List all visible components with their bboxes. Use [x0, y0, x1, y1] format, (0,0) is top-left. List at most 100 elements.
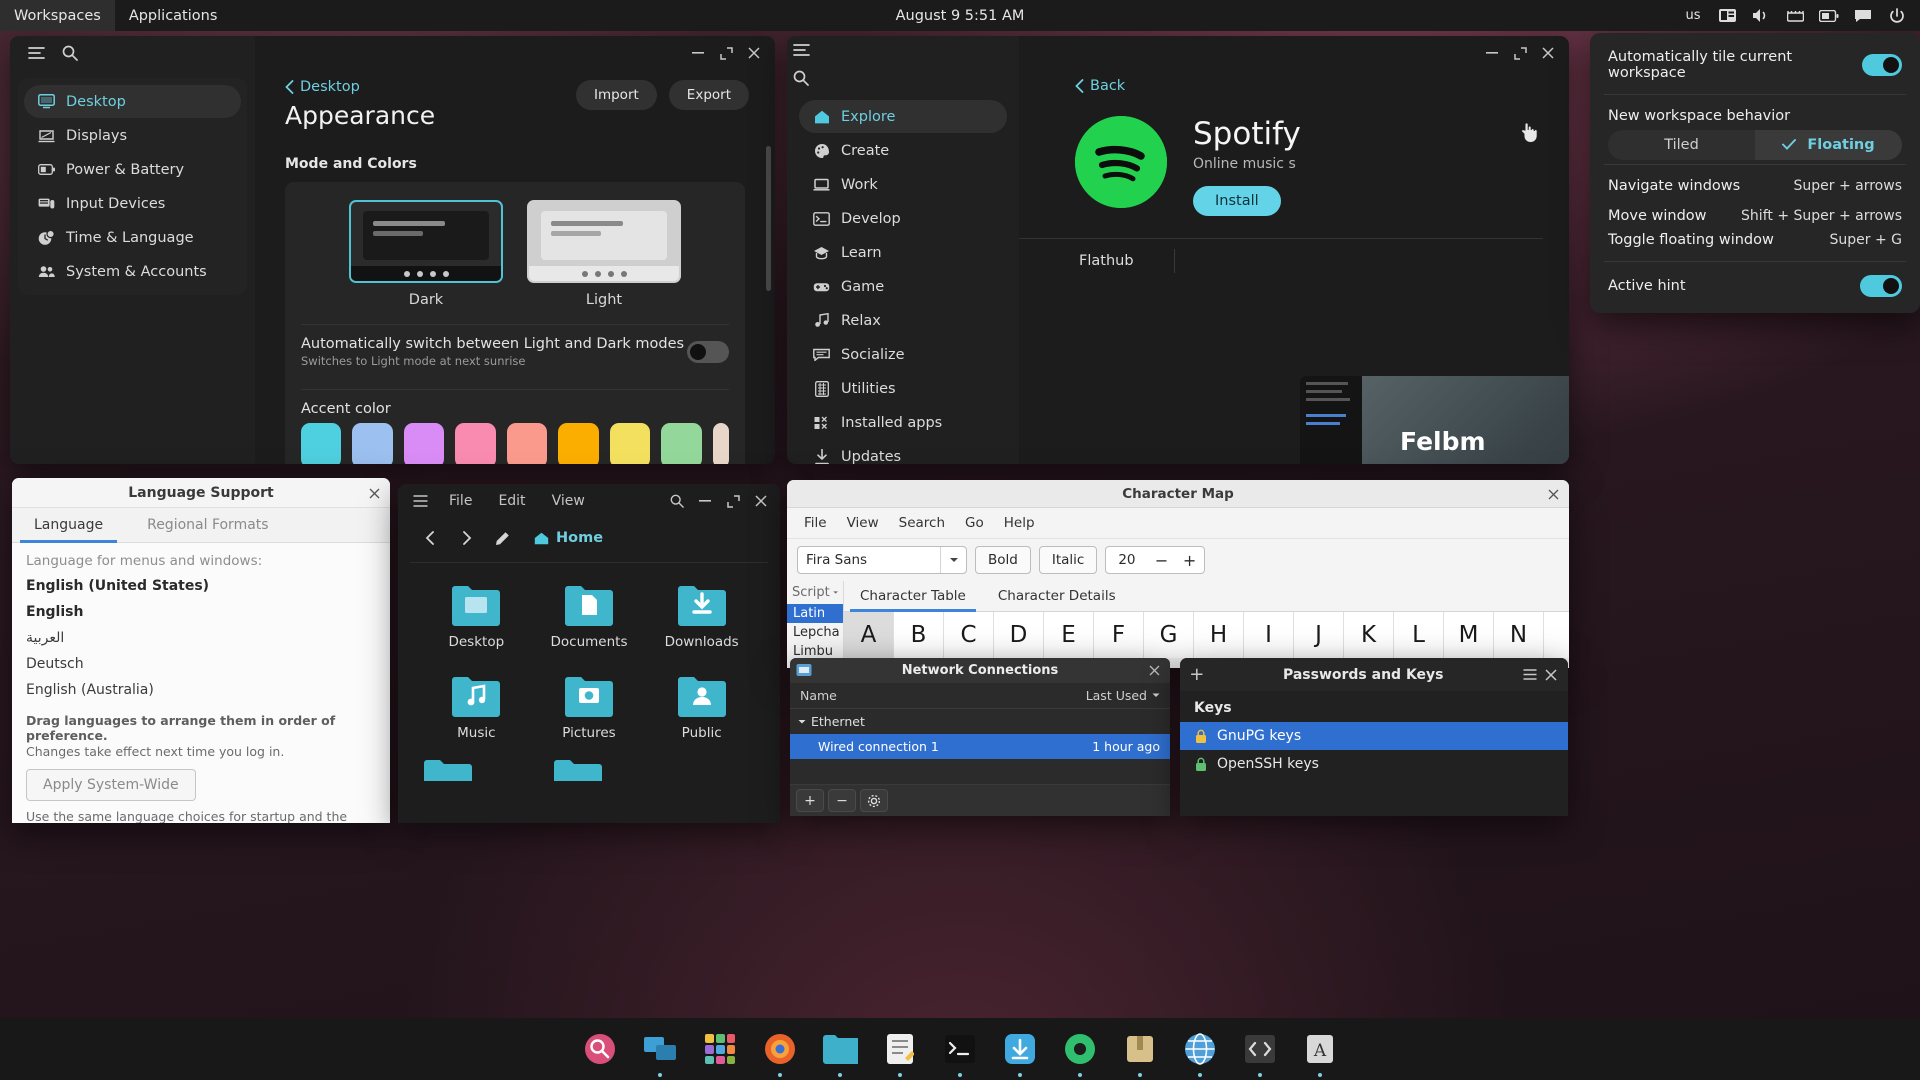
maximize-button[interactable] — [713, 40, 739, 66]
chevron-down-icon[interactable] — [940, 547, 966, 573]
list-item[interactable]: العربية — [12, 625, 390, 651]
sidebar-item-installed-apps[interactable]: Installed apps — [799, 406, 1007, 439]
back-button[interactable]: Back — [1075, 78, 1569, 94]
char-cell[interactable]: H — [1194, 612, 1244, 658]
sidebar-toggle-icon[interactable] — [787, 36, 815, 64]
script-item-latin[interactable]: Latin — [787, 604, 843, 623]
list-item[interactable]: Desktop — [422, 573, 531, 660]
settings-scrollbar[interactable] — [766, 146, 771, 291]
char-cell[interactable]: D — [994, 612, 1044, 658]
sidebar-item-socialize[interactable]: Socialize — [799, 338, 1007, 371]
accent-swatch[interactable] — [507, 423, 547, 464]
accent-swatch[interactable] — [404, 423, 444, 464]
char-cell[interactable]: J — [1294, 612, 1344, 658]
menu-file[interactable]: File — [795, 512, 836, 534]
gear-icon[interactable] — [860, 789, 888, 812]
list-item[interactable]: Public — [647, 664, 756, 751]
message-icon[interactable] — [1848, 0, 1878, 31]
dock-item-app-store[interactable] — [997, 1026, 1043, 1072]
dock-item-firefox[interactable] — [757, 1026, 803, 1072]
script-header[interactable]: Script — [787, 581, 843, 604]
network-icon[interactable] — [1780, 0, 1810, 31]
char-cell[interactable]: E — [1044, 612, 1094, 658]
tab-character-table[interactable]: Character Table — [844, 581, 982, 611]
accent-swatch[interactable] — [661, 423, 701, 464]
close-button[interactable] — [1540, 662, 1562, 688]
sidebar-item-input-devices[interactable]: Input Devices — [24, 187, 241, 220]
char-cell[interactable]: C — [944, 612, 994, 658]
sidebar-item-create[interactable]: Create — [799, 134, 1007, 167]
font-selector[interactable]: Fira Sans — [797, 546, 967, 574]
accent-swatch[interactable] — [455, 423, 495, 464]
increase-size-button[interactable]: + — [1176, 547, 1204, 573]
column-header-last-used[interactable]: Last Used — [1070, 683, 1170, 708]
dock-item-search-launcher[interactable] — [577, 1026, 623, 1072]
list-item-gnupg-keys[interactable]: GnuPG keys — [1180, 722, 1568, 750]
dock-item-app-grid[interactable] — [697, 1026, 743, 1072]
volume-icon[interactable] — [1746, 0, 1776, 31]
minimize-button[interactable] — [1479, 40, 1505, 66]
sidebar-item-power-battery[interactable]: Power & Battery — [24, 153, 241, 186]
sidebar-item-utilities[interactable]: Utilities — [799, 372, 1007, 405]
tab-character-details[interactable]: Character Details — [982, 581, 1132, 611]
maximize-button[interactable] — [720, 488, 746, 514]
add-key-button[interactable]: + — [1186, 662, 1208, 688]
char-cell[interactable]: B — [894, 612, 944, 658]
menu-file[interactable]: File — [438, 489, 483, 513]
menu-go[interactable]: Go — [956, 512, 993, 534]
add-connection-button[interactable]: + — [796, 789, 824, 812]
search-icon[interactable] — [787, 64, 815, 92]
forward-button[interactable] — [452, 524, 480, 552]
list-item[interactable]: Pictures — [535, 664, 644, 751]
list-item[interactable]: Downloads — [647, 573, 756, 660]
sidebar-item-game[interactable]: Game — [799, 270, 1007, 303]
list-item[interactable]: Deutsch — [12, 651, 390, 677]
list-item[interactable]: English (United States) — [12, 573, 390, 599]
app-screenshot[interactable]: Felbm — [1300, 376, 1569, 464]
font-size-value[interactable]: 20 — [1106, 552, 1147, 568]
minimize-button[interactable] — [692, 488, 718, 514]
list-item[interactable]: Music — [422, 664, 531, 751]
char-cell[interactable]: K — [1344, 612, 1394, 658]
menu-view[interactable]: View — [541, 489, 596, 513]
char-cell[interactable]: M — [1444, 612, 1494, 658]
dock-item-character-map[interactable]: A — [1297, 1026, 1343, 1072]
accent-swatch[interactable] — [713, 423, 729, 464]
close-button[interactable] — [741, 40, 767, 66]
sidebar-item-updates[interactable]: Updates — [799, 440, 1007, 464]
active-hint-toggle[interactable] — [1860, 275, 1902, 297]
segment-floating[interactable]: Floating — [1755, 130, 1902, 160]
tab-regional-formats[interactable]: Regional Formats — [125, 508, 290, 542]
dock-item-code-editor[interactable] — [1237, 1026, 1283, 1072]
char-cell[interactable]: L — [1394, 612, 1444, 658]
dock-item-workspaces[interactable] — [637, 1026, 683, 1072]
sidebar-item-system-accounts[interactable]: System & Accounts — [24, 255, 241, 288]
sidebar-item-displays[interactable]: Displays — [24, 119, 241, 152]
menu-help[interactable]: Help — [995, 512, 1044, 534]
list-item[interactable]: Documents — [535, 573, 644, 660]
export-button[interactable]: Export — [669, 80, 749, 110]
close-button[interactable] — [1535, 40, 1561, 66]
search-icon[interactable] — [56, 39, 84, 67]
breadcrumb-home[interactable]: Home — [524, 526, 613, 550]
mode-option-dark[interactable]: Dark — [349, 200, 503, 308]
menu-view[interactable]: View — [838, 512, 888, 534]
bold-button[interactable]: Bold — [975, 546, 1031, 574]
hamburger-icon[interactable] — [406, 487, 434, 515]
segment-tiled[interactable]: Tiled — [1608, 130, 1755, 160]
topbar-clock[interactable]: August 9 5:51 AM — [896, 8, 1025, 24]
close-button[interactable] — [748, 488, 774, 514]
dock-item-web-browser[interactable] — [1177, 1026, 1223, 1072]
char-cell[interactable]: G — [1144, 612, 1194, 658]
column-header-name[interactable]: Name — [790, 683, 1070, 708]
close-icon[interactable] — [364, 483, 384, 503]
auto-tile-toggle[interactable] — [1862, 54, 1902, 76]
close-icon[interactable] — [1543, 484, 1563, 504]
sidebar-item-desktop[interactable]: Desktop — [24, 85, 241, 118]
maximize-button[interactable] — [1507, 40, 1533, 66]
accent-swatch[interactable] — [610, 423, 650, 464]
apply-system-wide-button[interactable]: Apply System-Wide — [26, 769, 196, 801]
sidebar-item-relax[interactable]: Relax — [799, 304, 1007, 337]
install-button[interactable]: Install — [1193, 186, 1281, 216]
battery-icon[interactable] — [1814, 0, 1844, 31]
